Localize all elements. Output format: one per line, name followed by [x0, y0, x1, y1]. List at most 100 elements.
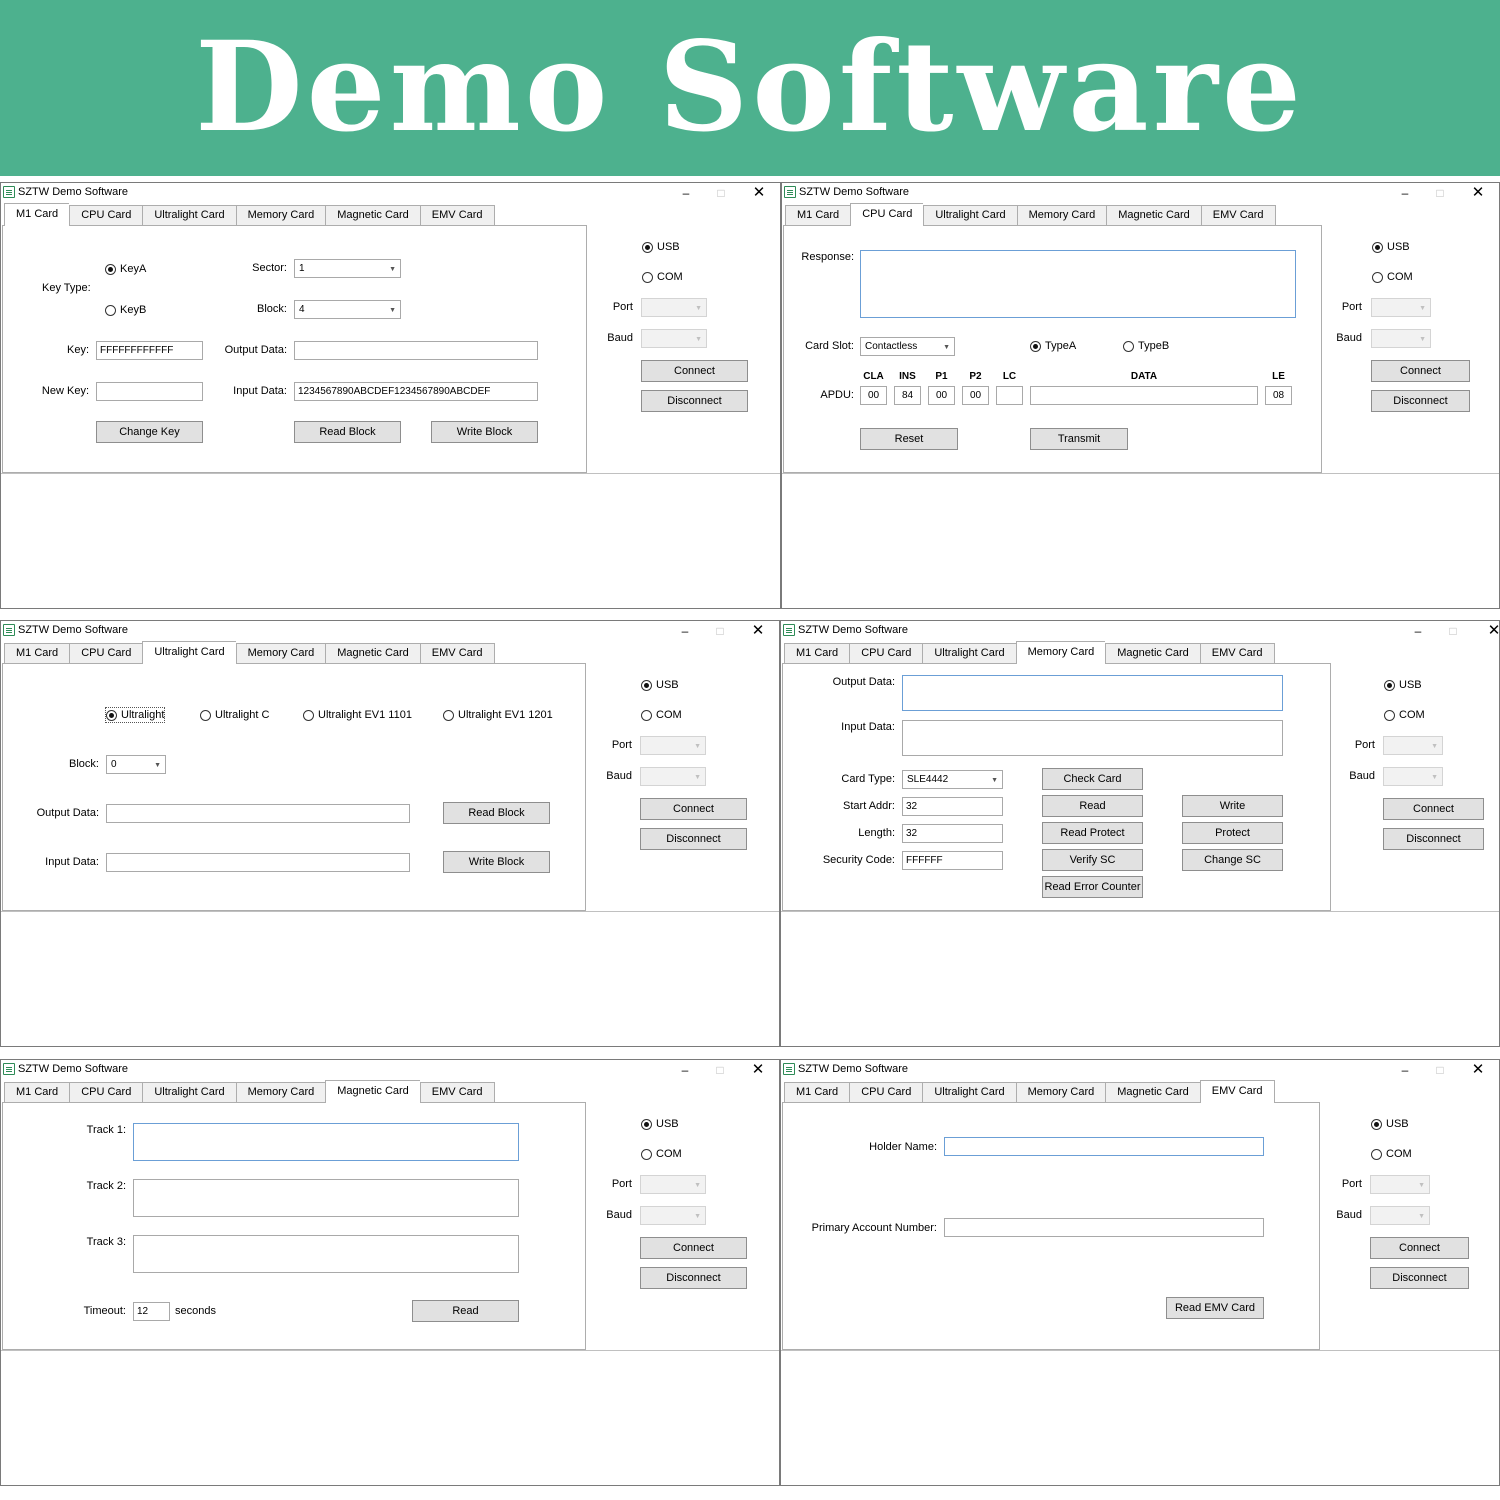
card-type-select[interactable]: SLE4442 ▼ — [902, 770, 1003, 789]
change-sc-button[interactable]: Change SC — [1182, 849, 1283, 871]
card-slot-select[interactable]: Contactless ▼ — [860, 337, 955, 356]
le-field[interactable]: 08 — [1265, 386, 1292, 405]
maximize-icon[interactable]: □ — [713, 621, 727, 641]
track3-field[interactable] — [133, 1235, 519, 1273]
tab-ultralight-card[interactable]: Ultralight Card — [922, 643, 1016, 664]
com-radio[interactable]: COM — [1372, 270, 1413, 284]
usb-radio[interactable]: USB — [1372, 240, 1410, 254]
port-select[interactable]: ▼ — [1370, 1175, 1430, 1194]
close-icon[interactable]: ✕ — [1471, 183, 1485, 203]
write-block-button[interactable]: Write Block — [443, 851, 550, 873]
usb-radio[interactable]: USB — [641, 1117, 679, 1131]
typea-radio[interactable]: TypeA — [1030, 339, 1076, 353]
change-key-button[interactable]: Change Key — [96, 421, 203, 443]
tab-magnetic-card[interactable]: Magnetic Card — [325, 1080, 420, 1103]
key-field[interactable]: FFFFFFFFFFFF — [96, 341, 203, 360]
com-radio[interactable]: COM — [641, 1147, 682, 1161]
tab-magnetic-card[interactable]: Magnetic Card — [1105, 643, 1200, 664]
ultralight-radio[interactable]: Ultralight — [104, 707, 166, 723]
check-card-button[interactable]: Check Card — [1042, 768, 1143, 790]
usb-radio[interactable]: USB — [642, 240, 680, 254]
port-select[interactable]: ▼ — [641, 298, 707, 317]
connect-button[interactable]: Connect — [1383, 798, 1484, 820]
read-protect-button[interactable]: Read Protect — [1042, 822, 1143, 844]
tab-emv-card[interactable]: EMV Card — [1199, 643, 1275, 664]
keya-radio[interactable]: KeyA — [105, 262, 146, 276]
p2-field[interactable]: 00 — [962, 386, 989, 405]
ins-field[interactable]: 84 — [894, 386, 921, 405]
com-radio[interactable]: COM — [1371, 1147, 1412, 1161]
baud-select[interactable]: ▼ — [1371, 329, 1431, 348]
close-icon[interactable]: ✕ — [1471, 1060, 1485, 1080]
input-data-field[interactable]: 1234567890ABCDEF1234567890ABCDEF — [294, 382, 538, 401]
tab-magnetic-card[interactable]: Magnetic Card — [1106, 205, 1201, 226]
tab-memory-card[interactable]: Memory Card — [1015, 641, 1106, 664]
maximize-icon[interactable]: □ — [1433, 183, 1447, 203]
minimize-icon[interactable]: – — [678, 1060, 692, 1080]
read-button[interactable]: Read — [412, 1300, 519, 1322]
p1-field[interactable]: 00 — [928, 386, 955, 405]
tab-emv-card[interactable]: EMV Card — [419, 205, 495, 226]
read-button[interactable]: Read — [1042, 795, 1143, 817]
tab-cpu-card[interactable]: CPU Card — [850, 203, 924, 226]
track2-field[interactable] — [133, 1179, 519, 1217]
connect-button[interactable]: Connect — [640, 1237, 747, 1259]
tab-memory-card[interactable]: Memory Card — [235, 643, 326, 664]
protect-button[interactable]: Protect — [1182, 822, 1283, 844]
block-select[interactable]: 4 ▼ — [294, 300, 401, 319]
timeout-field[interactable]: 12 — [133, 1302, 170, 1321]
tab-memory-card[interactable]: Memory Card — [235, 205, 326, 226]
read-emv-card-button[interactable]: Read EMV Card — [1166, 1297, 1264, 1319]
tab-ultralight-card[interactable]: Ultralight Card — [142, 1082, 236, 1103]
usb-radio[interactable]: USB — [1384, 678, 1422, 692]
holder-name-field[interactable] — [944, 1137, 1264, 1156]
tab-m1-card[interactable]: M1 Card — [4, 203, 70, 226]
maximize-icon[interactable]: □ — [1433, 1060, 1447, 1080]
disconnect-button[interactable]: Disconnect — [640, 1267, 747, 1289]
tab-cpu-card[interactable]: CPU Card — [849, 1082, 923, 1103]
ultralight-c-radio[interactable]: Ultralight C — [200, 708, 269, 722]
tab-ultralight-card[interactable]: Ultralight Card — [142, 205, 236, 226]
tab-magnetic-card[interactable]: Magnetic Card — [325, 205, 420, 226]
pan-field[interactable] — [944, 1218, 1264, 1237]
tab-magnetic-card[interactable]: Magnetic Card — [325, 643, 420, 664]
close-icon[interactable]: ✕ — [751, 1060, 765, 1080]
close-icon[interactable]: ✕ — [752, 183, 766, 203]
tab-ultralight-card[interactable]: Ultralight Card — [142, 641, 236, 664]
tab-cpu-card[interactable]: CPU Card — [69, 205, 143, 226]
minimize-icon[interactable]: – — [678, 621, 692, 641]
output-data-field[interactable] — [902, 675, 1283, 711]
com-radio[interactable]: COM — [1384, 708, 1425, 722]
close-icon[interactable]: ✕ — [1487, 621, 1499, 641]
usb-radio[interactable]: USB — [1371, 1117, 1409, 1131]
keyb-radio[interactable]: KeyB — [105, 303, 146, 317]
data-field[interactable] — [1030, 386, 1258, 405]
tab-cpu-card[interactable]: CPU Card — [69, 1082, 143, 1103]
tab-m1-card[interactable]: M1 Card — [784, 1082, 850, 1103]
minimize-icon[interactable]: – — [1411, 621, 1425, 641]
tab-memory-card[interactable]: Memory Card — [1015, 1082, 1106, 1103]
write-block-button[interactable]: Write Block — [431, 421, 538, 443]
read-block-button[interactable]: Read Block — [443, 802, 550, 824]
tab-m1-card[interactable]: M1 Card — [785, 205, 851, 226]
tab-memory-card[interactable]: Memory Card — [1016, 205, 1107, 226]
maximize-icon[interactable]: □ — [713, 1060, 727, 1080]
tab-m1-card[interactable]: M1 Card — [4, 643, 70, 664]
ultralight-ev1-1101-radio[interactable]: Ultralight EV1 1101 — [303, 708, 412, 722]
maximize-icon[interactable]: □ — [714, 183, 728, 203]
baud-select[interactable]: ▼ — [1383, 767, 1443, 786]
tab-cpu-card[interactable]: CPU Card — [69, 643, 143, 664]
input-data-field[interactable] — [902, 720, 1283, 756]
read-error-counter-button[interactable]: Read Error Counter — [1042, 876, 1143, 898]
tab-cpu-card[interactable]: CPU Card — [849, 643, 923, 664]
length-field[interactable]: 32 — [902, 824, 1003, 843]
typeb-radio[interactable]: TypeB — [1123, 339, 1169, 353]
usb-radio[interactable]: USB — [641, 678, 679, 692]
com-radio[interactable]: COM — [641, 708, 682, 722]
port-select[interactable]: ▼ — [1371, 298, 1431, 317]
tab-ultralight-card[interactable]: Ultralight Card — [923, 205, 1017, 226]
minimize-icon[interactable]: – — [1398, 183, 1412, 203]
tab-m1-card[interactable]: M1 Card — [4, 1082, 70, 1103]
tab-magnetic-card[interactable]: Magnetic Card — [1105, 1082, 1200, 1103]
write-button[interactable]: Write — [1182, 795, 1283, 817]
